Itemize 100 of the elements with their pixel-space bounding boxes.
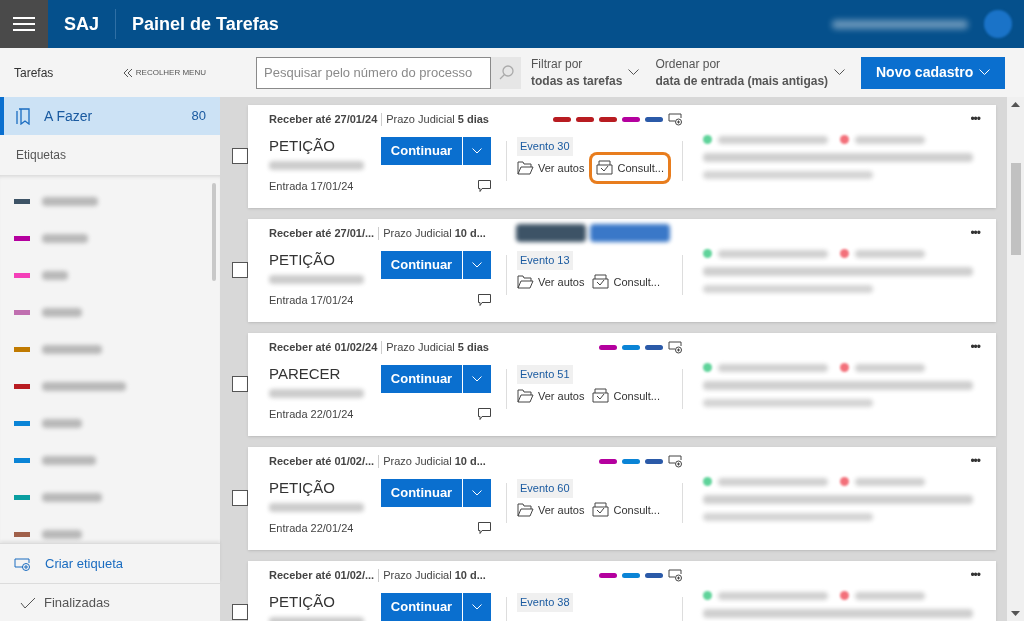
tag-chip[interactable] [622, 572, 640, 578]
view-records-link[interactable]: Ver autos [517, 273, 585, 290]
scroll-up-icon [1011, 102, 1020, 107]
view-records-link[interactable]: Ver autos [517, 159, 585, 176]
continue-button[interactable]: Continuar [381, 365, 462, 393]
deadline-text: Prazo Judicial 10 d... [383, 453, 486, 469]
tag-chip[interactable] [599, 116, 617, 122]
finished-link[interactable]: Finalizadas [20, 592, 110, 613]
comment-button[interactable] [478, 180, 491, 193]
event-tag: Evento 30 [517, 137, 573, 156]
sort-dropdown[interactable]: Ordenar por data de entrada (mais antigas) [655, 55, 846, 90]
continue-button[interactable]: Continuar [381, 251, 462, 279]
filter-dropdown[interactable]: Filtrar por todas as tarefas [531, 55, 640, 90]
more-button[interactable]: ••• [970, 452, 980, 470]
view-records-link[interactable]: Ver autos [517, 387, 585, 404]
menu-icon [13, 17, 35, 31]
consult-link[interactable]: Consult... [592, 387, 660, 404]
folder-icon [517, 274, 534, 289]
view-records-link[interactable]: Ver autos [517, 501, 585, 518]
add-label-icon[interactable] [668, 454, 683, 468]
tag-chip[interactable] [622, 458, 640, 464]
more-button[interactable]: ••• [970, 338, 980, 356]
double-chevron-icon [123, 68, 133, 77]
scrollbar[interactable] [1007, 97, 1024, 621]
due-date: Receber até 27/01/... [269, 225, 375, 241]
task-type: PETIÇÃO [269, 137, 336, 155]
continue-button[interactable]: Continuar [381, 593, 462, 621]
add-label-icon[interactable] [668, 340, 683, 354]
chevron-down-icon [472, 604, 482, 610]
check-icon [20, 596, 36, 609]
due-date: Receber até 27/01/24 [269, 111, 378, 127]
tag-chip[interactable] [645, 572, 663, 578]
chevron-down-icon [472, 376, 482, 382]
comment-icon [478, 522, 491, 535]
checkbox[interactable] [232, 262, 248, 278]
comment-icon [478, 408, 491, 421]
tag-chip[interactable] [622, 116, 640, 122]
blurred-text [42, 493, 102, 502]
create-label-link[interactable]: Criar etiqueta [14, 553, 124, 574]
search-field[interactable]: Pesquisar pelo número do processo [256, 56, 491, 89]
blurred-text [855, 591, 925, 600]
more-button[interactable]: ••• [970, 566, 980, 584]
entry-date: Entrada 22/01/24 [269, 407, 354, 422]
consult-link[interactable]: Consult... [592, 154, 668, 181]
more-button[interactable]: ••• [970, 224, 980, 242]
entry-date: Entrada 17/01/24 [269, 179, 354, 194]
tag-chip[interactable] [622, 344, 640, 350]
scrollbar[interactable] [212, 183, 216, 281]
blurred-text [42, 308, 82, 317]
entry-date: Entrada 17/01/24 [269, 293, 354, 308]
page-title: Painel de Tarefas [132, 12, 279, 36]
tag-chip[interactable] [645, 458, 663, 464]
task-type: PETIÇÃO [269, 593, 336, 611]
checkbox[interactable] [232, 148, 248, 164]
add-label-icon[interactable] [668, 112, 683, 126]
blurred-text [42, 271, 68, 280]
blurred-text [855, 135, 925, 144]
scroll-thumb[interactable] [1010, 163, 1021, 255]
blurred-text [42, 234, 88, 243]
due-date: Receber até 01/02/24 [269, 339, 378, 355]
folder-icon [517, 388, 534, 403]
checkbox[interactable] [232, 490, 248, 506]
tag-chip[interactable] [553, 116, 571, 122]
due-date: Receber até 01/02/... [269, 453, 375, 469]
tag-chip[interactable] [599, 458, 617, 464]
deadline-text: Prazo Judicial 10 d... [383, 225, 486, 241]
checkbox[interactable] [232, 604, 248, 620]
consult-link[interactable]: Consult... [592, 273, 660, 290]
chevron-down-icon [628, 69, 640, 76]
event-tag: Evento 13 [517, 251, 573, 270]
tag-chip[interactable] [645, 116, 663, 122]
chevron-down-icon [834, 69, 846, 76]
menu-button[interactable] [0, 0, 48, 48]
tag-chip[interactable] [645, 344, 663, 350]
sidebar-heading: Tarefas [14, 64, 54, 82]
new-record-button[interactable]: Novo cadastro [861, 56, 1006, 89]
scroll-down-icon [1011, 611, 1020, 616]
more-button[interactable]: ••• [970, 110, 980, 128]
bookmark-icon [16, 107, 30, 125]
blurred-text [42, 197, 98, 206]
inbox-check-icon [592, 502, 610, 518]
continue-button[interactable]: Continuar [381, 479, 462, 507]
chevron-down-icon [472, 148, 482, 154]
add-label-icon [14, 556, 31, 571]
tag-chip[interactable] [576, 116, 594, 122]
nav-item[interactable]: A Fazer 80 [0, 97, 220, 135]
continue-button[interactable]: Continuar [381, 137, 462, 165]
tag-chip[interactable] [599, 572, 617, 578]
comment-button[interactable] [478, 522, 491, 535]
inbox-check-icon [596, 160, 614, 176]
deadline-text: Prazo Judicial 5 dias [386, 339, 489, 355]
consult-link[interactable]: Consult... [592, 501, 660, 518]
tag-chip[interactable] [599, 344, 617, 350]
blurred-text [42, 530, 82, 539]
collapse-menu-link[interactable]: RECOLHER MENU [123, 66, 206, 79]
checkbox[interactable] [232, 376, 248, 392]
comment-button[interactable] [478, 408, 491, 421]
add-label-icon[interactable] [668, 568, 683, 582]
folder-icon [517, 160, 534, 175]
comment-button[interactable] [478, 294, 491, 307]
